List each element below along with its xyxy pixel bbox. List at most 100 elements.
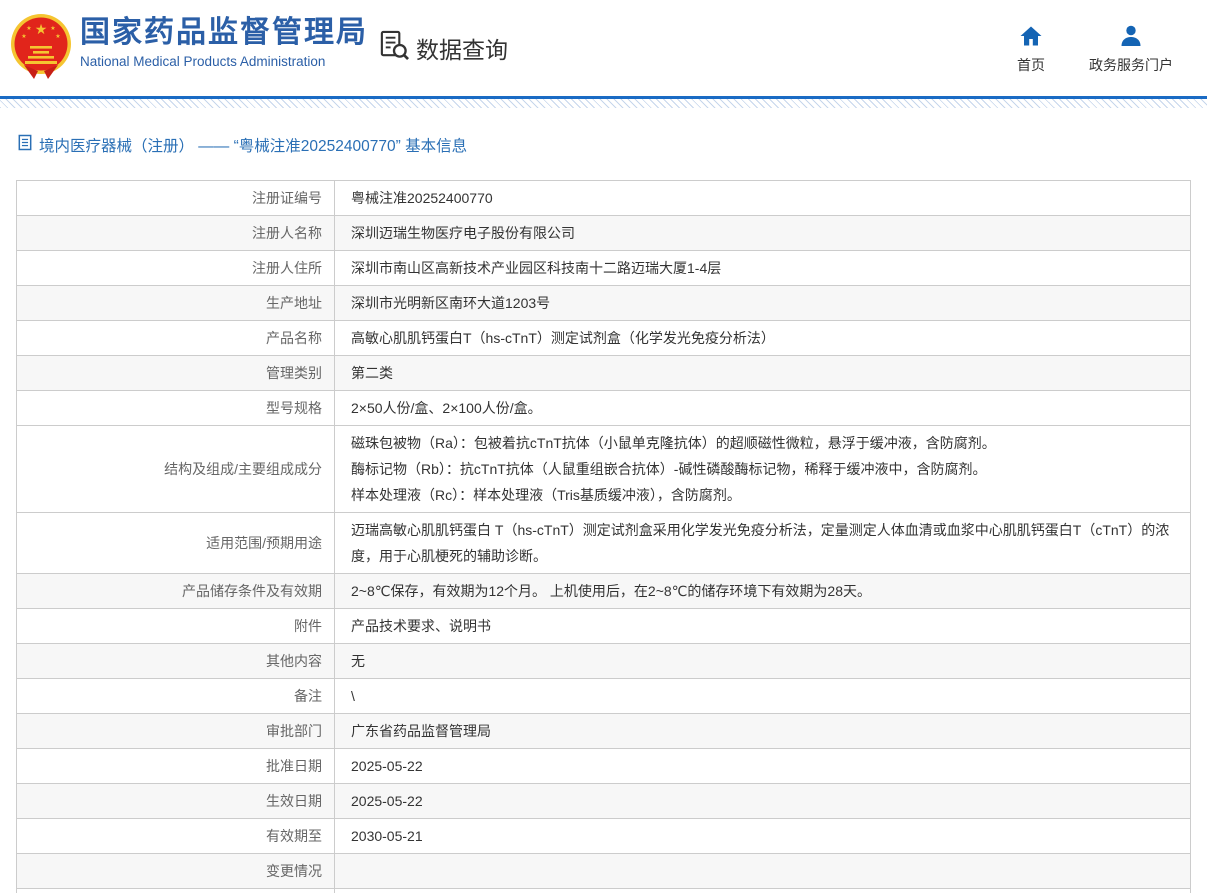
field-value: 2025-05-22: [335, 784, 1190, 818]
field-label-text: 结构及组成/主要组成成分: [164, 461, 322, 477]
field-label-text: 注册证编号: [252, 190, 322, 206]
svg-text:★: ★: [26, 25, 31, 32]
table-row: 变更情况: [17, 853, 1190, 888]
field-value-text: 磁珠包被物（Ra）：包被着抗cTnT抗体（小鼠单克隆抗体）的超顺磁性微粒，悬浮于…: [351, 435, 996, 503]
field-value: 第二类: [335, 356, 1190, 390]
breadcrumb: 境内医疗器械（注册） —— “粤械注准20252400770” 基本信息: [18, 134, 1207, 156]
field-label-text: 产品名称: [266, 330, 322, 346]
table-row: 产品储存条件及有效期 2~8℃保存，有效期为12个月。 上机使用后，在2~8℃的储…: [17, 573, 1190, 608]
field-value-text: 2×50人份/盒、2×100人份/盒。: [351, 400, 542, 416]
field-label: 变更情况: [17, 854, 335, 888]
field-value: 2×50人份/盒、2×100人份/盒。: [335, 391, 1190, 425]
field-value-text: 广东省药品监督管理局: [351, 723, 491, 739]
field-value-text: \: [351, 688, 355, 704]
org-name-zh: 国家药品监督管理局: [80, 16, 368, 49]
nav-home[interactable]: 首页: [1017, 24, 1045, 75]
field-value-text: 高敏心肌肌钙蛋白T（hs-cTnT）测定试剂盒（化学发光免疫分析法）: [351, 330, 775, 346]
nav-gov-portal-label: 政务服务门户: [1089, 57, 1173, 73]
field-value: \: [335, 679, 1190, 713]
field-label: 审批部门: [17, 714, 335, 748]
field-label: 有效期至: [17, 819, 335, 853]
field-value: 迈瑞高敏心肌肌钙蛋白 T（hs-cTnT）测定试剂盒采用化学发光免疫分析法，定量…: [335, 513, 1190, 573]
data-query-label: 数据查询: [416, 36, 508, 63]
field-label: 产品名称: [17, 321, 335, 355]
site-header: ★ ★ ★ ★ ★ 国家药品监督管理局 National Medical Pro…: [0, 0, 1207, 96]
header-nav: 首页 政务服务门户: [1017, 24, 1173, 75]
field-label: 管理类别: [17, 356, 335, 390]
field-label: 注册人名称: [17, 216, 335, 250]
field-value-text: 2025-05-22: [351, 758, 423, 774]
field-label: 适用范围/预期用途: [17, 513, 335, 573]
nav-home-label: 首页: [1017, 57, 1045, 73]
field-value-text: 2025-05-22: [351, 793, 423, 809]
field-label-text: 其他内容: [266, 653, 322, 669]
table-row: 其他内容 无: [17, 643, 1190, 678]
field-value: 2030-05-21: [335, 819, 1190, 853]
table-row: 注册人住所 深圳市南山区高新技术产业园区科技南十二路迈瑞大厦1-4层: [17, 250, 1190, 285]
doc-search-icon: [378, 29, 409, 66]
field-label: 注册证编号: [17, 181, 335, 215]
field-value: 粤械注准20252400770: [335, 181, 1190, 215]
field-label-text: 注册人名称: [252, 225, 322, 241]
page: ★ ★ ★ ★ ★ 国家药品监督管理局 National Medical Pro…: [0, 0, 1207, 893]
field-label: 备注: [17, 679, 335, 713]
document-icon: [18, 134, 32, 156]
field-label-text: 生产地址: [266, 295, 322, 311]
field-value-text: 深圳迈瑞生物医疗电子股份有限公司: [351, 225, 575, 241]
table-row: 型号规格 2×50人份/盒、2×100人份/盒。: [17, 390, 1190, 425]
table-row: 批准日期 2025-05-22: [17, 748, 1190, 783]
field-label: 产品储存条件及有效期: [17, 574, 335, 608]
field-value: 2025-05-22: [335, 749, 1190, 783]
table-row: 管理类别 第二类: [17, 355, 1190, 390]
field-value-text: 第二类: [351, 365, 393, 381]
table-row: 审批部门 广东省药品监督管理局: [17, 713, 1190, 748]
table-row: 生效日期 2025-05-22: [17, 783, 1190, 818]
field-value: 高敏心肌肌钙蛋白T（hs-cTnT）测定试剂盒（化学发光免疫分析法）: [335, 321, 1190, 355]
table-row: 有效期至 2030-05-21: [17, 818, 1190, 853]
field-label-text: 审批部门: [266, 723, 322, 739]
svg-text:★: ★: [55, 33, 60, 40]
table-row: 适用范围/预期用途 迈瑞高敏心肌肌钙蛋白 T（hs-cTnT）测定试剂盒采用化学发…: [17, 512, 1190, 573]
table-row: 注册证编号 粤械注准20252400770: [17, 181, 1190, 215]
field-value-text: 粤械注准20252400770: [351, 190, 493, 206]
field-label: 生效日期: [17, 784, 335, 818]
field-value: 磁珠包被物（Ra）：包被着抗cTnT抗体（小鼠单克隆抗体）的超顺磁性微粒，悬浮于…: [335, 426, 1190, 512]
field-value: 产品技术要求、说明书: [335, 609, 1190, 643]
nav-gov-portal[interactable]: 政务服务门户: [1089, 24, 1173, 75]
field-label-text: 型号规格: [266, 400, 322, 416]
org-name-block: 国家药品监督管理局 National Medical Products Admi…: [80, 16, 368, 69]
field-value: 广东省药品监督管理局: [335, 714, 1190, 748]
field-value: 深圳迈瑞生物医疗电子股份有限公司: [335, 216, 1190, 250]
data-query-title[interactable]: 数据查询: [378, 29, 508, 66]
field-label-text: 备注: [294, 688, 322, 704]
svg-text:★: ★: [50, 25, 55, 32]
field-label: 批准日期: [17, 749, 335, 783]
field-label-text: 注册人住所: [252, 260, 322, 276]
table-row: 注册人名称 深圳迈瑞生物医疗电子股份有限公司: [17, 215, 1190, 250]
field-label-text: 批准日期: [266, 758, 322, 774]
field-value-text: 迈瑞高敏心肌肌钙蛋白 T（hs-cTnT）测定试剂盒采用化学发光免疫分析法，定量…: [351, 522, 1170, 564]
field-label-text: 生效日期: [266, 793, 322, 809]
breadcrumb-text: 境内医疗器械（注册） —— “粤械注准20252400770” 基本信息: [39, 138, 468, 155]
table-row: 备注 \: [17, 678, 1190, 713]
field-value: 2~8℃保存，有效期为12个月。 上机使用后，在2~8℃的储存环境下有效期为28…: [335, 574, 1190, 608]
field-value: [335, 854, 1190, 888]
field-value-text: 2~8℃保存，有效期为12个月。 上机使用后，在2~8℃的储存环境下有效期为28…: [351, 583, 871, 599]
field-value: 深圳市光明新区南环大道1203号: [335, 286, 1190, 320]
user-icon: [1119, 24, 1143, 48]
field-value-text: 2030-05-21: [351, 828, 423, 844]
field-label: 型号规格: [17, 391, 335, 425]
table-row: 附件 产品技术要求、说明书: [17, 608, 1190, 643]
field-label-text: 适用范围/预期用途: [206, 535, 322, 551]
table-row: 产品名称 高敏心肌肌钙蛋白T（hs-cTnT）测定试剂盒（化学发光免疫分析法）: [17, 320, 1190, 355]
table-row: 结构及组成/主要组成成分 磁珠包被物（Ra）：包被着抗cTnT抗体（小鼠单克隆抗体…: [17, 425, 1190, 512]
field-value: 深圳市南山区高新技术产业园区科技南十二路迈瑞大厦1-4层: [335, 251, 1190, 285]
field-label-text: 变更情况: [266, 863, 322, 879]
table-row: 生产地址 深圳市光明新区南环大道1203号: [17, 285, 1190, 320]
field-label: 注: [17, 889, 335, 893]
field-label-text: 产品储存条件及有效期: [182, 583, 322, 599]
field-value-text: 产品技术要求、说明书: [351, 618, 491, 634]
field-label: 结构及组成/主要组成成分: [17, 426, 335, 512]
field-label: 附件: [17, 609, 335, 643]
national-emblem-logo: ★ ★ ★ ★ ★: [10, 13, 72, 81]
